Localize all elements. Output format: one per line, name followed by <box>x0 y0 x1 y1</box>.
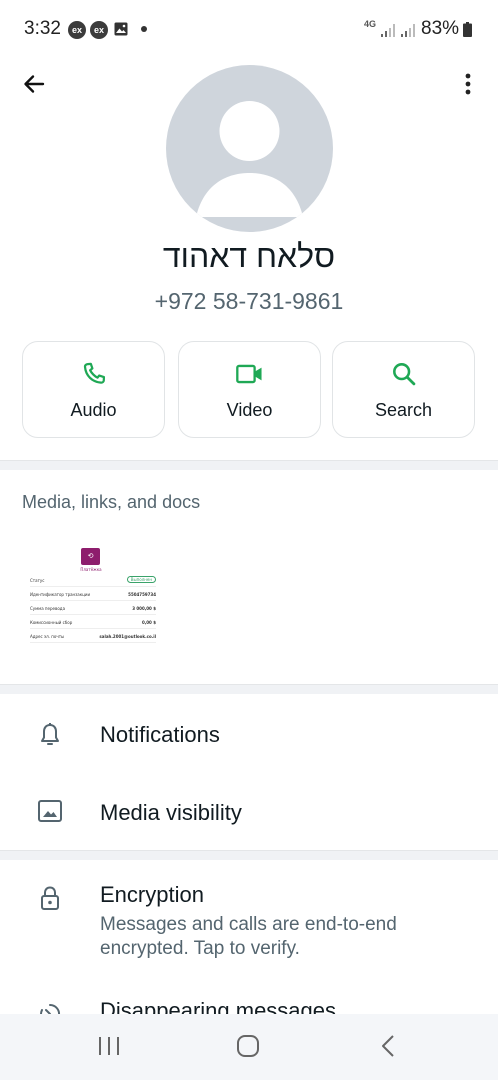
signal-icon <box>401 24 415 37</box>
default-person-icon <box>196 101 303 217</box>
status-time: 3:32 <box>24 18 61 39</box>
recent-apps-button[interactable] <box>79 1028 139 1064</box>
media-section-title[interactable]: Media, links, and docs <box>22 492 200 513</box>
chevron-left-icon <box>382 1035 394 1057</box>
section-divider <box>0 850 498 860</box>
payment-logo: ⟲ <box>81 548 100 565</box>
video-label: Video <box>226 400 273 420</box>
thumb-row: Сумма перевода 3 000,00 $ <box>30 603 156 615</box>
thumb-brand: Платёжка <box>80 567 102 572</box>
thumb-row: Статус Выполнен <box>30 575 156 587</box>
video-call-button[interactable]: Video <box>178 341 321 438</box>
notifications-label: Notifications <box>100 722 220 747</box>
search-icon <box>392 363 415 386</box>
image-notification-icon <box>114 22 128 36</box>
section-divider <box>0 684 498 694</box>
thumb-row: Комиссионный сбор 0,00 $ <box>30 617 156 629</box>
home-icon <box>237 1035 259 1057</box>
arrow-left-icon <box>24 75 45 93</box>
signal-icon <box>381 24 395 37</box>
system-navigation-bar <box>0 1014 498 1080</box>
more-vertical-icon <box>465 73 471 95</box>
audio-label: Audio <box>70 400 117 420</box>
ex-notification-icon: ex <box>68 21 86 39</box>
recent-apps-icon <box>99 1037 119 1055</box>
media-visibility-label: Media visibility <box>100 800 242 825</box>
disappearing-messages-label: Disappearing messages <box>100 998 337 1014</box>
contact-avatar[interactable] <box>166 65 333 232</box>
timer-icon <box>40 1003 61 1014</box>
section-divider <box>0 460 498 470</box>
thumb-row: Идентификатор транзакции 5504759734 <box>30 589 156 601</box>
search-label: Search <box>374 400 433 420</box>
encryption-subtitle: Messages and calls are end-to-end encryp… <box>100 914 397 959</box>
more-options-button[interactable] <box>452 66 484 102</box>
phone-icon <box>83 362 105 384</box>
video-icon <box>235 364 262 384</box>
encryption-title: Encryption <box>100 882 204 907</box>
battery-icon <box>463 22 472 37</box>
back-button[interactable] <box>16 66 52 102</box>
audio-call-button[interactable]: Audio <box>22 341 165 438</box>
network-type: 4G <box>364 19 377 29</box>
encryption-row[interactable]: Encryption Messages and calls are end-to… <box>0 870 498 974</box>
home-button[interactable] <box>218 1028 278 1064</box>
media-thumbnail[interactable]: ⟲ Платёжка Статус Выполнен Идентификатор … <box>22 528 170 650</box>
media-visibility-row[interactable]: Media visibility <box>0 774 498 850</box>
battery-level: 83% <box>421 18 460 39</box>
disappearing-messages-row[interactable]: Disappearing messages <box>0 990 498 1014</box>
lock-icon <box>41 886 59 910</box>
thumb-row: Адрес эл. почты salah.2001@outlook.co.il <box>30 631 156 643</box>
search-button[interactable]: Search <box>332 341 475 438</box>
contact-phone: +972 58-731-9861 <box>154 288 344 314</box>
image-icon <box>38 800 62 822</box>
notifications-row[interactable]: Notifications <box>0 696 498 774</box>
status-bar: 3:32 ex ex 4G 83% <box>0 0 498 60</box>
system-back-button[interactable] <box>358 1028 418 1064</box>
ex-notification-icon: ex <box>90 21 108 39</box>
more-notifications-dot <box>141 26 147 32</box>
bell-icon <box>41 723 59 745</box>
contact-name: סלאח דאהוד <box>162 238 336 274</box>
